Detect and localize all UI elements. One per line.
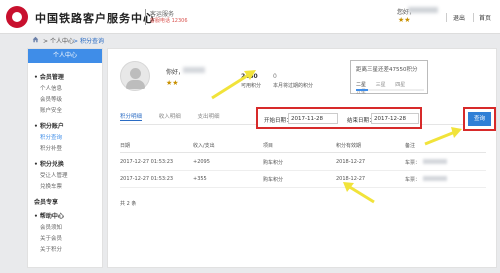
- cell-validity: 2018-12-27: [336, 159, 366, 165]
- row-divider: [120, 187, 486, 188]
- cell-date: 2017-12-27 01:53:23: [120, 159, 174, 165]
- sidebar-item-security[interactable]: 账户安全: [40, 106, 62, 114]
- tier-progress-fill: [356, 89, 368, 91]
- tab-expense-detail[interactable]: 支出明细: [198, 112, 220, 120]
- col-header-item: 项目: [263, 143, 274, 149]
- col-header-date: 日期: [120, 143, 131, 149]
- sidebar-item-about-points[interactable]: 关于积分: [40, 245, 62, 253]
- sidebar-item-profile[interactable]: 个人信息: [40, 84, 62, 92]
- expiring-points-label: 本月将过期的积分: [273, 83, 314, 89]
- query-button[interactable]: 查询: [468, 112, 491, 126]
- cell-item: 购车积分: [263, 160, 284, 166]
- sidebar-item-member-notice[interactable]: 会员须知: [40, 223, 62, 231]
- tab-points-detail[interactable]: 积分明细: [120, 112, 143, 121]
- query-highlight: 查询: [463, 107, 496, 131]
- col-header-validity: 积分有效期: [336, 143, 362, 149]
- total-count: 共 2 条: [120, 201, 137, 207]
- sidebar-item-level[interactable]: 会员等级: [40, 95, 62, 103]
- railway-logo-icon: [6, 6, 28, 28]
- cell-amount: +355: [193, 176, 207, 182]
- sidebar-section-points[interactable]: • 积分账户: [34, 121, 64, 130]
- sidebar-item-points-query[interactable]: 积分查询: [40, 133, 62, 141]
- end-date-input[interactable]: 2017-12-28: [371, 113, 419, 124]
- cell-remark: 车票：: [405, 177, 421, 183]
- tier-progress-bar: [356, 89, 424, 91]
- home-icon[interactable]: [32, 36, 39, 43]
- cell-remark: 车票：: [405, 160, 421, 166]
- cell-date: 2017-12-27 01:53:23: [120, 176, 174, 182]
- tier-progress-title: 距离三星还差47550积分: [356, 67, 418, 73]
- cell-remark-blurred: [423, 176, 447, 181]
- col-header-remark: 备注: [405, 143, 416, 149]
- breadcrumb-personal-center[interactable]: > 个人中心: [43, 36, 74, 45]
- profile-member-badges: ★★: [166, 79, 179, 87]
- profile-greeting: 你好，: [166, 69, 185, 76]
- profile-username-blurred: [183, 67, 205, 73]
- row-divider: [120, 170, 486, 171]
- brand-separator: [145, 9, 146, 25]
- sidebar-item-about-member[interactable]: 关于会员: [40, 234, 62, 242]
- sidebar-section-help[interactable]: • 帮助中心: [34, 211, 64, 220]
- top-header: 中国铁路客户服务中心 客运服务 客服电话 12306 您好， ★★ 退出 首页: [0, 0, 500, 34]
- logout-link[interactable]: 退出: [453, 13, 465, 22]
- sidebar-item-assignee[interactable]: 受让人管理: [40, 171, 68, 179]
- table-header-divider: [120, 152, 486, 153]
- expiring-points-value: 0: [273, 73, 277, 80]
- detail-tabs: 积分明细 收入明细 支出明细: [120, 112, 235, 121]
- header-divider: [473, 13, 474, 22]
- avatar: [120, 61, 150, 91]
- sidebar: 个人中心 • 会员管理 个人信息 会员等级 账户安全 • 积分账户 积分查询 积…: [27, 48, 103, 268]
- tier-levels: 二星 三星 四星 五星: [356, 81, 427, 95]
- sidebar-title: 个人中心: [28, 49, 102, 63]
- cell-remark-blurred: [423, 159, 447, 164]
- tier-level-4: 四星: [395, 82, 406, 88]
- date-range-filter: 开始日期： 2017-11-28 结束日期： 2017-12-28: [256, 107, 422, 129]
- main-panel: 你好， ★★ 2450 可用积分 0 本月将过期的积分 距离三星还差47550积…: [107, 48, 497, 268]
- start-date-input[interactable]: 2017-11-28: [288, 113, 338, 124]
- header-username-blurred: [408, 7, 438, 13]
- hotline-text: 客服电话 12306: [150, 18, 188, 24]
- breadcrumb: > 个人中心 > 积分查询: [0, 34, 500, 46]
- sidebar-section-redeem[interactable]: • 积分兑换: [34, 159, 64, 168]
- tier-progress-card: 距离三星还差47550积分 二星 三星 四星 五星: [350, 60, 428, 95]
- header-divider: [446, 13, 447, 22]
- annotation-arrow-icon: [343, 182, 375, 204]
- sidebar-section-member[interactable]: • 会员管理: [34, 72, 64, 81]
- tier-level-3: 三星: [375, 82, 386, 88]
- header-member-badges: ★★: [398, 16, 411, 24]
- cell-amount: +2095: [193, 159, 210, 165]
- sidebar-item-redeem-ticket[interactable]: 兑换车票: [40, 182, 62, 190]
- home-link[interactable]: 首页: [479, 13, 491, 22]
- col-header-amount: 收入/支出: [193, 143, 215, 149]
- annotation-arrow-icon: [424, 127, 462, 146]
- sidebar-item-points-supplement[interactable]: 积分补登: [40, 144, 62, 152]
- tab-income-detail[interactable]: 收入明细: [159, 112, 181, 120]
- breadcrumb-points-query: > 积分查询: [73, 38, 104, 45]
- annotation-arrow-icon: [211, 70, 256, 100]
- brand-title: 中国铁路客户服务中心: [35, 12, 155, 25]
- tier-level-2: 二星: [356, 82, 367, 88]
- sidebar-section-exclusive[interactable]: 会员专享: [34, 197, 58, 206]
- cell-item: 购车积分: [263, 177, 284, 183]
